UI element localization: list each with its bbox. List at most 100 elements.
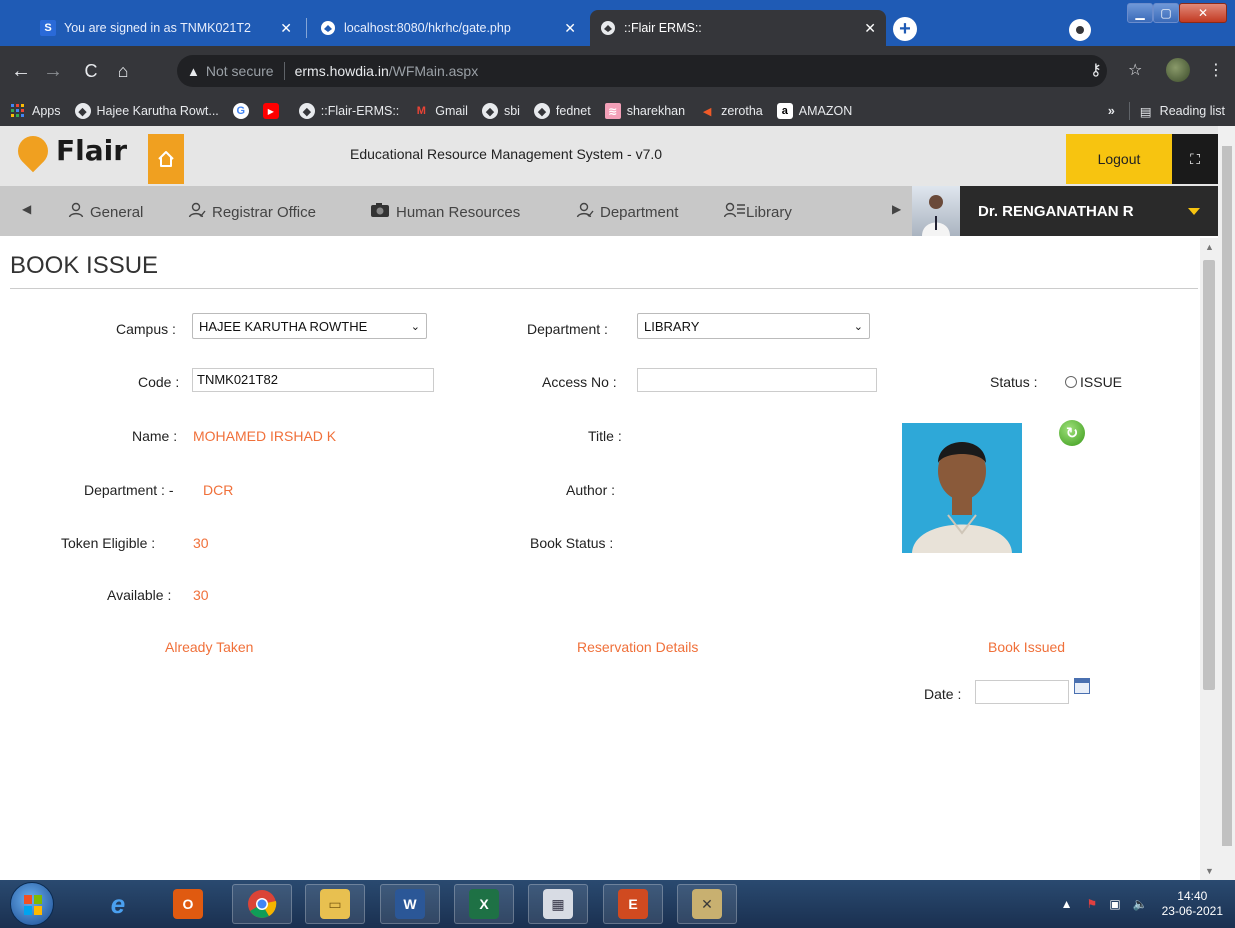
globe-icon: ◆: [481, 103, 498, 119]
forward-icon[interactable]: →: [40, 58, 66, 84]
menu-scroll-left-icon[interactable]: ◀: [22, 202, 31, 216]
close-window-button[interactable]: ✕: [1179, 3, 1227, 23]
tab-search-icon[interactable]: [1069, 19, 1091, 41]
bookmark-label: zerotha: [721, 104, 763, 118]
maximize-button[interactable]: ▢: [1153, 3, 1179, 23]
windows-taskbar: e O ▭ W X ▦ E ✕ ▲ ⚑ ▣ 🔈 14:40 23-06-2021: [0, 880, 1235, 928]
presentation-icon[interactable]: E: [603, 884, 663, 924]
start-button[interactable]: [10, 882, 54, 926]
clock-date: 23-06-2021: [1161, 904, 1223, 918]
bookmarks-overflow-icon[interactable]: »: [1108, 104, 1115, 118]
scroll-up-icon[interactable]: ▲: [1205, 242, 1214, 252]
clock[interactable]: 14:40 23-06-2021: [1162, 889, 1223, 919]
chevron-down-icon: ⌄: [410, 320, 420, 333]
bookmark-label: sharekhan: [626, 104, 686, 118]
bookmark-star-icon[interactable]: ☆: [1128, 60, 1142, 80]
menu-library[interactable]: Library: [723, 202, 792, 223]
reload-icon[interactable]: C: [78, 58, 104, 84]
book-issued-link[interactable]: Book Issued: [988, 639, 1065, 655]
bookmark-gmail[interactable]: M Gmail: [413, 103, 468, 119]
clock-time: 14:40: [1177, 889, 1208, 903]
bookmark-hajee-karutha[interactable]: ◆ Hajee Karutha Rowt...: [74, 103, 219, 119]
page-scroll-thumb[interactable]: [1222, 146, 1232, 846]
minimize-button[interactable]: ▁: [1127, 3, 1153, 23]
network-icon[interactable]: ▣: [1109, 897, 1120, 911]
token-eligible-value: 30: [193, 535, 209, 551]
date-input[interactable]: [975, 680, 1069, 704]
bookmark-amazon[interactable]: a AMAZON: [776, 103, 852, 119]
bookmark-google[interactable]: G: [232, 103, 255, 119]
divider: [10, 288, 1198, 289]
gmail-icon: M: [416, 105, 426, 117]
action-center-flag-icon[interactable]: ⚑: [1087, 897, 1098, 911]
s-favicon-icon: S: [40, 20, 56, 36]
menu-human-resources[interactable]: Human Resources: [370, 202, 520, 223]
menu-label: Human Resources: [396, 204, 521, 221]
tab-title: localhost:8080/hkrhc/gate.php: [344, 21, 511, 35]
code-input[interactable]: TNMK021T82: [192, 368, 434, 392]
bookmark-zerotha[interactable]: ◀ zerotha: [699, 103, 763, 119]
excel-icon[interactable]: X: [454, 884, 514, 924]
profile-avatar-icon[interactable]: [1166, 58, 1190, 82]
reading-list-link[interactable]: Reading list: [1160, 104, 1225, 118]
menu-kebab-icon[interactable]: ⋮: [1208, 60, 1224, 80]
close-tab-icon[interactable]: ✕: [564, 20, 576, 37]
key-icon[interactable]: ⚷: [1090, 60, 1102, 80]
home-button[interactable]: [148, 134, 184, 184]
sharekhan-icon: ≋: [604, 103, 621, 119]
show-hidden-icons[interactable]: ▲: [1061, 897, 1073, 911]
chrome-icon[interactable]: [232, 884, 292, 924]
bookmark-youtube[interactable]: ▶: [262, 103, 285, 119]
browser-tab-localhost[interactable]: localhost:8080/hkrhc/gate.php ✕: [310, 10, 586, 46]
bookmark-apps[interactable]: Apps: [10, 103, 61, 119]
file-explorer-icon[interactable]: ▭: [305, 884, 365, 924]
zerodha-icon: ◀: [702, 105, 712, 118]
flair-logo[interactable]: Flair: [11, 129, 128, 172]
close-tab-icon[interactable]: ✕: [280, 20, 292, 37]
menu-scroll-right-icon[interactable]: ▶: [892, 202, 901, 216]
browser-tab-signed-in[interactable]: S You are signed in as TNMK021T2 ✕: [30, 10, 302, 46]
new-tab-button[interactable]: +: [893, 17, 917, 41]
menu-general[interactable]: General: [68, 202, 143, 223]
scroll-thumb[interactable]: [1203, 260, 1215, 690]
back-icon[interactable]: ←: [8, 58, 34, 84]
user-menu[interactable]: Dr. RENGANATHAN R: [960, 186, 1218, 236]
already-taken-link[interactable]: Already Taken: [165, 639, 253, 655]
close-tab-icon[interactable]: ✕: [864, 20, 876, 37]
reservation-details-link[interactable]: Reservation Details: [577, 639, 698, 655]
campus-select[interactable]: HAJEE KARUTHA ROWTHE ⌄: [192, 313, 427, 339]
content-scrollbar[interactable]: ▲ ▼: [1200, 238, 1218, 880]
bookmark-sbi[interactable]: ◆ sbi: [481, 103, 520, 119]
word-icon[interactable]: W: [380, 884, 440, 924]
refresh-icon[interactable]: ↻: [1059, 420, 1085, 446]
address-bar[interactable]: ▲ Not secure erms.howdia.in/WFMain.aspx: [177, 55, 1107, 87]
bookmark-label: fednet: [555, 104, 591, 118]
logout-button[interactable]: Logout: [1066, 134, 1172, 184]
bookmark-flair-erms[interactable]: ◆ ::Flair-ERMS::: [298, 103, 399, 119]
token-eligible-label: Token Eligible :: [61, 535, 156, 551]
volume-icon[interactable]: 🔈: [1133, 897, 1148, 911]
url-path: /WFMain.aspx: [388, 63, 479, 79]
tools-icon[interactable]: ✕: [677, 884, 737, 924]
logo-text: Flair: [56, 134, 128, 167]
home-icon[interactable]: ⌂: [110, 58, 136, 84]
outlook-icon[interactable]: O: [158, 884, 218, 924]
bookmark-sharekhan[interactable]: ≋ sharekhan: [604, 103, 686, 119]
scroll-down-icon[interactable]: ▼: [1205, 866, 1214, 876]
browser-tab-flair-erms[interactable]: ::Flair ERMS:: ✕: [590, 10, 886, 46]
menu-registrar-office[interactable]: Registrar Office: [188, 202, 316, 223]
status-issue-radio[interactable]: ISSUE: [1065, 374, 1122, 390]
fullscreen-icon[interactable]: ⛶: [1172, 134, 1218, 184]
reading-list-icon[interactable]: ▤: [1140, 104, 1152, 119]
menu-label: General: [90, 204, 144, 221]
calendar-icon[interactable]: [1074, 678, 1090, 694]
youtube-icon: ▶: [262, 103, 279, 119]
calculator-icon[interactable]: ▦: [528, 884, 588, 924]
bookmark-fednet[interactable]: ◆ fednet: [533, 103, 591, 119]
internet-explorer-icon[interactable]: e: [88, 884, 148, 924]
page-scrollbar[interactable]: [1218, 126, 1235, 880]
access-no-input[interactable]: [637, 368, 877, 392]
apps-grid-icon: [10, 103, 26, 119]
menu-department[interactable]: Department: [576, 202, 678, 223]
department-select[interactable]: LIBRARY ⌄: [637, 313, 870, 339]
